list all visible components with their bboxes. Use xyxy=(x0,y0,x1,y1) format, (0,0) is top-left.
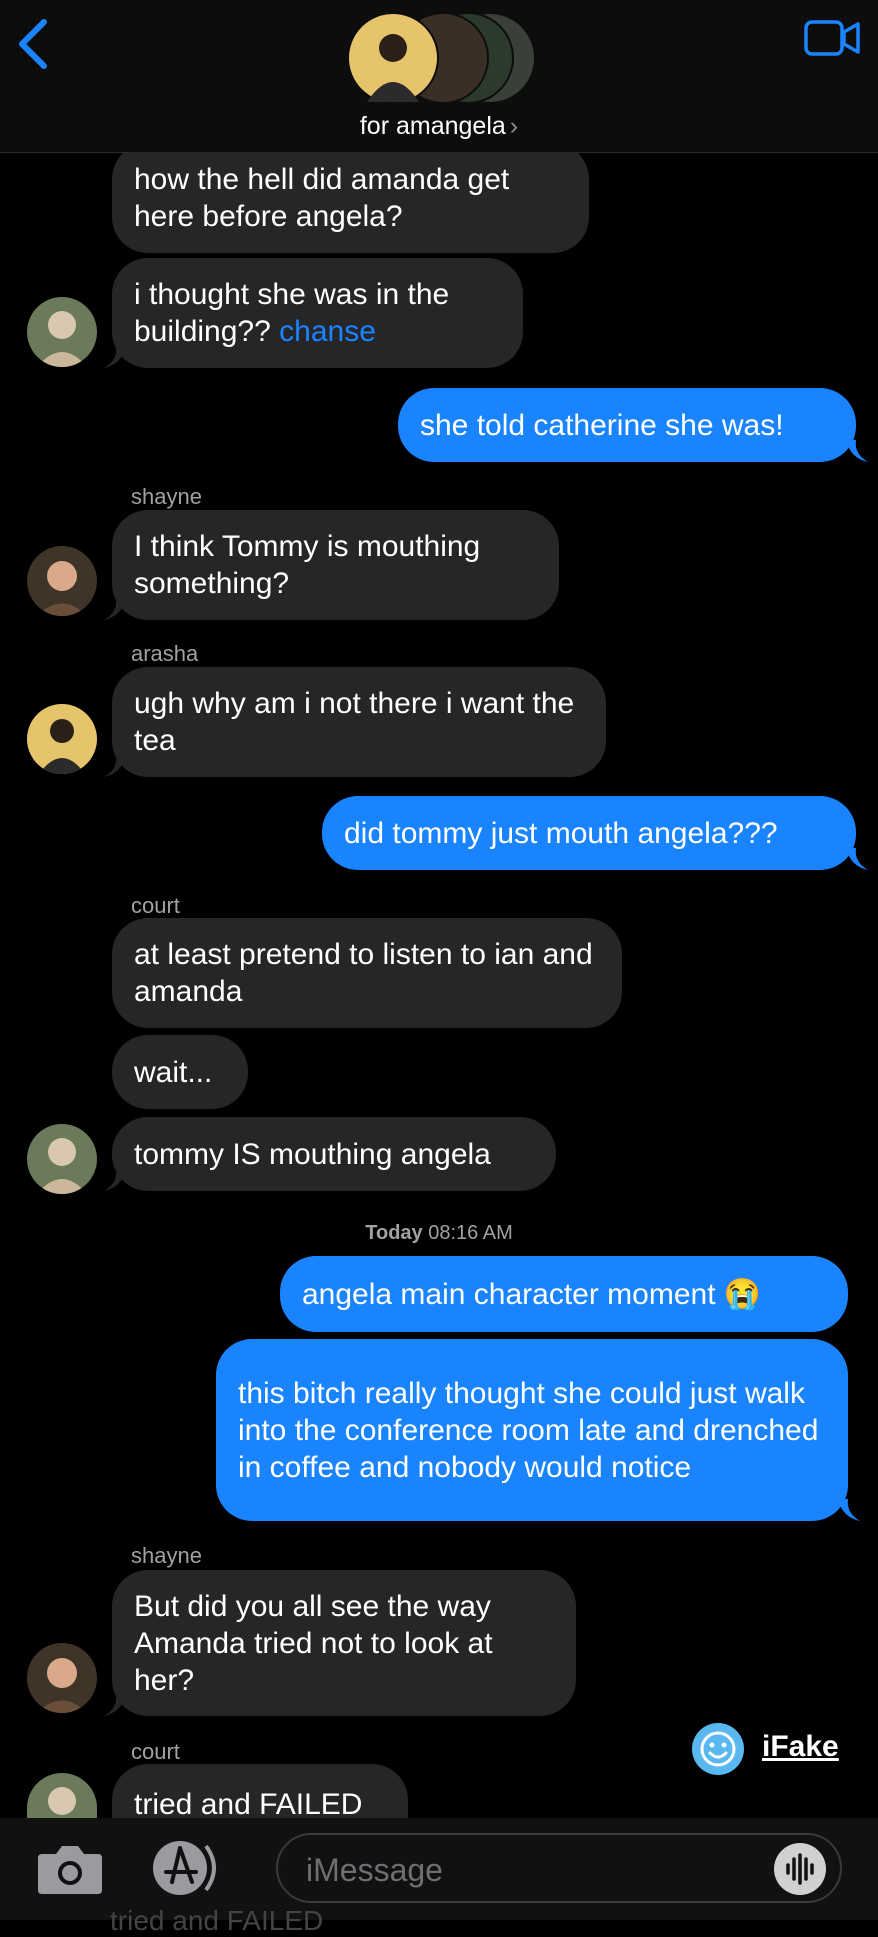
chevron-right-icon: › xyxy=(509,112,519,140)
ifake-watermark: iFake xyxy=(762,1730,839,1763)
sender-name: shayne xyxy=(131,484,202,509)
message-bubble-outgoing[interactable]: she told catherine she was! xyxy=(398,388,856,462)
bubble-tail xyxy=(846,440,868,462)
message-text: ugh why am i not there i want the tea xyxy=(134,687,575,757)
message-bubble-incoming[interactable]: at least pretend to listen to ian and am… xyxy=(112,918,622,1028)
message-bubble-incoming[interactable]: ugh why am i not there i want the tea xyxy=(112,667,606,777)
message-text: angela main character moment 😭 xyxy=(302,1277,762,1311)
group-name-label: for amangela xyxy=(359,112,506,140)
timestamp-day: Today xyxy=(365,1222,423,1244)
video-call-button[interactable] xyxy=(804,18,860,58)
group-member-avatar xyxy=(347,12,439,104)
sender-name: shayne xyxy=(131,1543,202,1568)
mention-link[interactable]: chanse xyxy=(279,315,376,348)
ifake-logo-icon xyxy=(692,1723,744,1775)
message-text: this bitch really thought she could just… xyxy=(238,1376,819,1484)
underlay-preview-text: tried and FAILED xyxy=(110,1905,324,1936)
message-text: did tommy just mouth angela??? xyxy=(344,816,778,850)
app-store-icon xyxy=(153,1841,216,1895)
bubble-tail xyxy=(104,598,126,620)
camera-icon xyxy=(38,1846,102,1894)
message-bubble-outgoing[interactable]: angela main character moment 😭 xyxy=(280,1256,848,1332)
bubble-tail xyxy=(838,1499,860,1521)
message-text: she told catherine she was! xyxy=(420,408,784,442)
message-text-field[interactable] xyxy=(304,1847,748,1893)
bubble-tail xyxy=(104,755,126,777)
sender-avatar[interactable] xyxy=(27,1124,97,1194)
message-bubble-incoming[interactable]: I think Tommy is mouthing something? xyxy=(112,510,559,620)
sender-name: arasha xyxy=(131,641,199,666)
conversation-header: for amangela › xyxy=(0,0,878,153)
sender-avatar[interactable] xyxy=(27,297,97,367)
back-button[interactable] xyxy=(14,16,54,72)
bubble-tail xyxy=(104,346,126,368)
video-camera-icon xyxy=(804,20,860,56)
message-bubble-incoming[interactable]: wait... xyxy=(112,1035,248,1109)
message-bubble-outgoing[interactable]: did tommy just mouth angela??? xyxy=(322,796,856,870)
audio-waveform-icon xyxy=(786,1853,814,1885)
message-bubble-incoming[interactable]: tried and FAILED xyxy=(112,1764,408,1821)
bubble-tail xyxy=(104,1694,126,1716)
chevron-left-icon xyxy=(19,19,47,69)
message-text: how the hell did amanda get here before … xyxy=(134,163,510,233)
app-store-button[interactable] xyxy=(150,1838,230,1898)
sender-name: court xyxy=(131,893,180,918)
timestamp: Today 08:16 AM xyxy=(0,1222,878,1245)
bubble-tail xyxy=(104,1169,126,1191)
sender-name: court xyxy=(131,1739,180,1764)
sender-avatar[interactable] xyxy=(27,704,97,774)
message-text: wait... xyxy=(134,1055,213,1089)
message-bubble-incoming[interactable]: how the hell did amanda get here before … xyxy=(112,143,589,253)
group-name[interactable]: for amangela › xyxy=(0,112,878,141)
timestamp-time: 08:16 AM xyxy=(428,1222,513,1244)
message-bubble-outgoing[interactable]: this bitch really thought she could just… xyxy=(216,1339,848,1521)
camera-button[interactable] xyxy=(34,1840,106,1896)
message-text: But did you all see the way Amanda tried… xyxy=(134,1589,493,1697)
message-text: at least pretend to listen to ian and am… xyxy=(134,938,593,1008)
audio-message-button[interactable] xyxy=(774,1843,826,1895)
sender-avatar[interactable] xyxy=(27,1773,97,1818)
bubble-tail xyxy=(846,848,868,870)
sender-avatar[interactable] xyxy=(27,546,97,616)
message-bubble-incoming[interactable]: i thought she was in the building?? chan… xyxy=(112,258,523,368)
imessage-input[interactable] xyxy=(276,1833,842,1903)
message-bubble-incoming[interactable]: But did you all see the way Amanda tried… xyxy=(112,1570,576,1716)
message-bubble-incoming[interactable]: tommy IS mouthing angela xyxy=(112,1117,556,1191)
group-avatars[interactable] xyxy=(347,10,536,104)
message-text: I think Tommy is mouthing something? xyxy=(134,530,481,600)
sender-avatar[interactable] xyxy=(27,1643,97,1713)
message-text: tommy IS mouthing angela xyxy=(134,1137,491,1171)
message-text: i thought she was in the building?? chan… xyxy=(134,276,501,350)
